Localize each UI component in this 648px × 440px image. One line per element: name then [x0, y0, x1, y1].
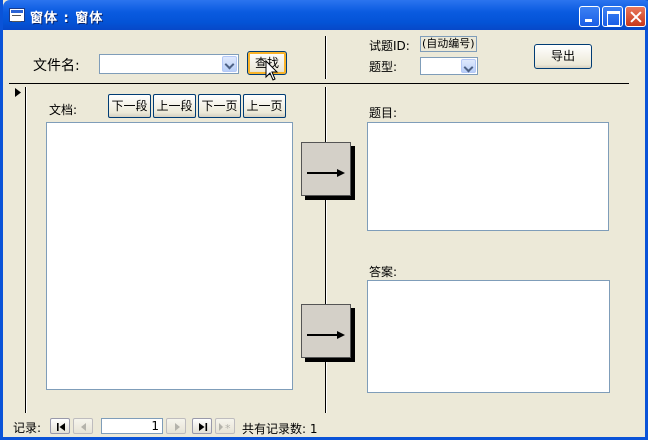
window-title: 窗体 : 窗体	[30, 11, 104, 26]
answer-textbox[interactable]	[367, 280, 610, 393]
last-record-button[interactable]	[192, 418, 212, 434]
form-icon[interactable]	[9, 8, 25, 22]
minimize-button[interactable]	[579, 6, 600, 27]
first-record-button[interactable]	[50, 418, 70, 434]
doc-label: 文档:	[49, 103, 78, 117]
next-record-icon	[175, 423, 180, 431]
export-button[interactable]: 导出	[534, 44, 592, 69]
chevron-down-icon[interactable]	[222, 56, 237, 72]
mouse-cursor-icon	[265, 60, 279, 81]
document-textbox[interactable]	[46, 122, 293, 390]
header-divider	[325, 36, 327, 79]
prev-record-button[interactable]	[73, 418, 93, 434]
new-record-button[interactable]: *	[215, 418, 235, 435]
last-record-icon	[199, 423, 208, 431]
new-record-icon: *	[219, 422, 231, 435]
record-selector-bar	[25, 87, 27, 413]
answer-label: 答案:	[369, 265, 398, 279]
maximize-button[interactable]	[602, 6, 623, 27]
records-label: 记录:	[13, 421, 42, 435]
record-number-input[interactable]: 1	[101, 418, 163, 434]
svg-text:*: *	[225, 422, 231, 435]
form-window: 窗体 : 窗体 文件名: 查找 试题ID: (自动编号) 题型: 导出 文档: …	[0, 0, 648, 440]
prev-page-button[interactable]: 上一页	[243, 94, 286, 118]
chevron-down-icon[interactable]	[461, 59, 476, 73]
type-combo[interactable]	[420, 57, 478, 75]
close-button[interactable]	[625, 6, 646, 27]
header-separator	[9, 83, 629, 84]
to-answer-button[interactable]	[301, 304, 355, 362]
to-question-button[interactable]	[301, 142, 355, 200]
current-record-icon[interactable]	[14, 87, 22, 98]
next-paragraph-button[interactable]: 下一段	[108, 94, 151, 118]
title-bar[interactable]: 窗体 : 窗体	[3, 0, 648, 30]
question-id-label: 试题ID:	[369, 39, 410, 53]
right-arrow-icon	[307, 331, 345, 339]
type-label: 题型:	[369, 60, 398, 74]
question-label: 题目:	[369, 106, 398, 120]
filename-combo[interactable]	[99, 54, 239, 74]
next-record-button[interactable]	[166, 418, 186, 434]
question-textbox[interactable]	[367, 122, 609, 231]
record-count: 共有记录数: 1	[242, 422, 318, 436]
question-id-field[interactable]: (自动编号)	[420, 36, 477, 52]
first-record-icon	[57, 423, 65, 431]
filename-label: 文件名:	[33, 58, 80, 74]
next-page-button[interactable]: 下一页	[198, 94, 241, 118]
center-divider	[325, 87, 327, 413]
prev-record-icon	[81, 423, 86, 431]
right-arrow-icon	[307, 169, 345, 177]
prev-paragraph-button[interactable]: 上一段	[153, 94, 196, 118]
